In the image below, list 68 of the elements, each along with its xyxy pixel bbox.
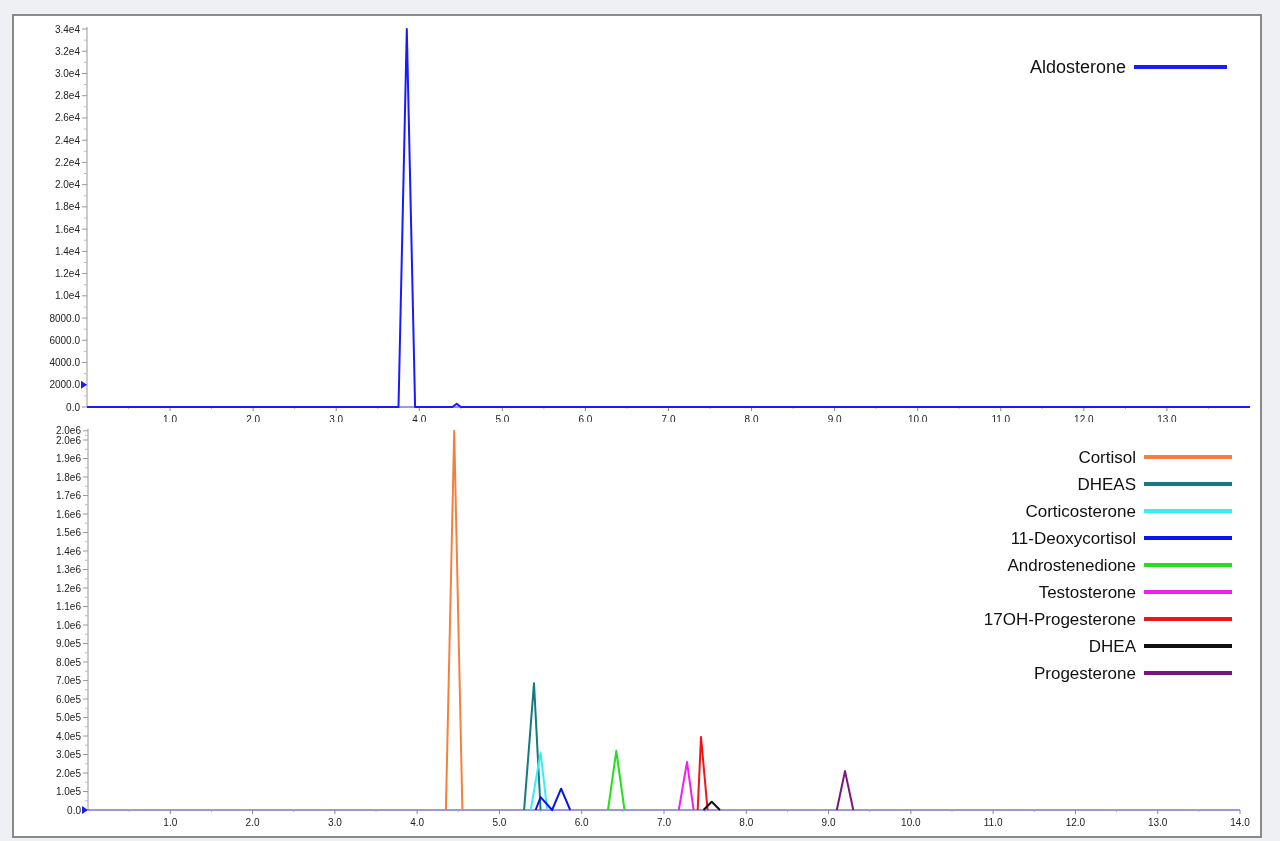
chromatogram-line bbox=[835, 770, 855, 811]
legend-label: DHEA bbox=[1088, 637, 1136, 656]
x-tick-label: 13.0 bbox=[1148, 817, 1168, 828]
y-tick-label: 2.6e4 bbox=[54, 112, 80, 124]
y-tick-label: 6000.0 bbox=[49, 334, 80, 346]
y-tick-label: 2.0e4 bbox=[54, 179, 80, 191]
y-tick-label: 2.0e6 bbox=[55, 434, 81, 446]
x-tick-label: 10.0 bbox=[901, 817, 921, 828]
y-tick-label: 9.0e5 bbox=[55, 638, 81, 649]
y-tick-label: 2.4e4 bbox=[54, 134, 80, 146]
x-tick-label: 11.0 bbox=[983, 817, 1003, 828]
x-tick-label: 12.0 bbox=[1065, 817, 1086, 828]
y-tick-label: 1.4e4 bbox=[54, 245, 80, 257]
chromatogram-line bbox=[607, 749, 626, 811]
y-tick-label: 2.8e4 bbox=[54, 90, 80, 102]
y-tick-label: 8000.0 bbox=[49, 312, 80, 324]
y-tick-label: 2000.0 bbox=[49, 379, 80, 391]
legend-label: DHEAS bbox=[1077, 475, 1136, 494]
y-tick-label: 3.0e5 bbox=[55, 749, 81, 760]
y-tick-label: 1.1e6 bbox=[55, 601, 81, 612]
legend-label: Progesterone bbox=[1033, 664, 1136, 683]
x-tick-label: 6.0 bbox=[574, 817, 589, 828]
y-tick-label: 6.0e5 bbox=[55, 693, 81, 705]
y-tick-label: 0.0 bbox=[66, 401, 80, 413]
y-tick-label: 1.8e4 bbox=[54, 201, 80, 213]
legend-label: Androstenedione bbox=[1007, 556, 1136, 575]
marker-icon bbox=[82, 806, 88, 814]
x-tick-label: 8.0 bbox=[739, 817, 754, 828]
x-tick-label: 14.0 bbox=[1230, 817, 1250, 828]
legend-label: Cortisol bbox=[1078, 448, 1136, 467]
marker-icon bbox=[81, 380, 87, 389]
y-tick-label: 1.9e6 bbox=[55, 453, 81, 464]
legend-label: Corticosterone bbox=[1025, 502, 1136, 521]
y-tick-label: 2.0e6 bbox=[55, 425, 81, 437]
x-tick-label: 9.0 bbox=[821, 817, 836, 828]
y-tick-label: 1.5e6 bbox=[55, 527, 81, 538]
y-tick-label: 3.4e4 bbox=[54, 23, 80, 35]
y-tick-label: 7.0e5 bbox=[55, 675, 81, 686]
x-tick-label: 3.0 bbox=[327, 817, 342, 828]
y-tick-label: 4.0e5 bbox=[55, 730, 81, 742]
y-tick-label: 1.8e6 bbox=[55, 471, 81, 483]
y-tick-label: 1.3e6 bbox=[55, 564, 81, 575]
x-tick-label: 2.0 bbox=[245, 817, 260, 828]
y-tick-label: 1.6e4 bbox=[54, 223, 80, 235]
y-tick-label: 3.2e4 bbox=[54, 45, 80, 57]
legend-label: 17OH-Progesterone bbox=[983, 610, 1136, 629]
x-tick-label: 4.0 bbox=[410, 817, 425, 828]
y-tick-label: 4000.0 bbox=[49, 357, 80, 369]
legend-label: Aldosterone bbox=[1029, 57, 1126, 77]
y-tick-label: 1.4e6 bbox=[55, 545, 81, 557]
y-tick-label: 1.0e4 bbox=[54, 290, 80, 302]
x-tick-label: 5.0 bbox=[492, 817, 507, 828]
y-tick-label: 1.0e5 bbox=[55, 786, 81, 797]
y-tick-label: 2.2e4 bbox=[54, 156, 80, 168]
legend-label: Testosterone bbox=[1038, 583, 1136, 602]
y-tick-label: 5.0e5 bbox=[55, 712, 81, 723]
y-tick-label: 1.2e4 bbox=[54, 268, 80, 280]
y-tick-label: 8.0e5 bbox=[55, 656, 81, 668]
x-tick-label: 1.0 bbox=[163, 817, 178, 828]
y-tick-label: 2.0e5 bbox=[55, 767, 81, 779]
y-tick-label: 3.0e4 bbox=[54, 67, 80, 79]
legend-label: 11-Deoxycortisol bbox=[1010, 529, 1136, 548]
y-tick-label: 1.6e6 bbox=[55, 508, 81, 520]
y-tick-label: 1.0e6 bbox=[55, 619, 81, 631]
y-tick-label: 1.7e6 bbox=[55, 490, 81, 501]
y-tick-label: 1.2e6 bbox=[55, 582, 81, 594]
x-tick-label: 7.0 bbox=[657, 817, 671, 828]
y-tick-label: 0.0 bbox=[67, 804, 81, 816]
